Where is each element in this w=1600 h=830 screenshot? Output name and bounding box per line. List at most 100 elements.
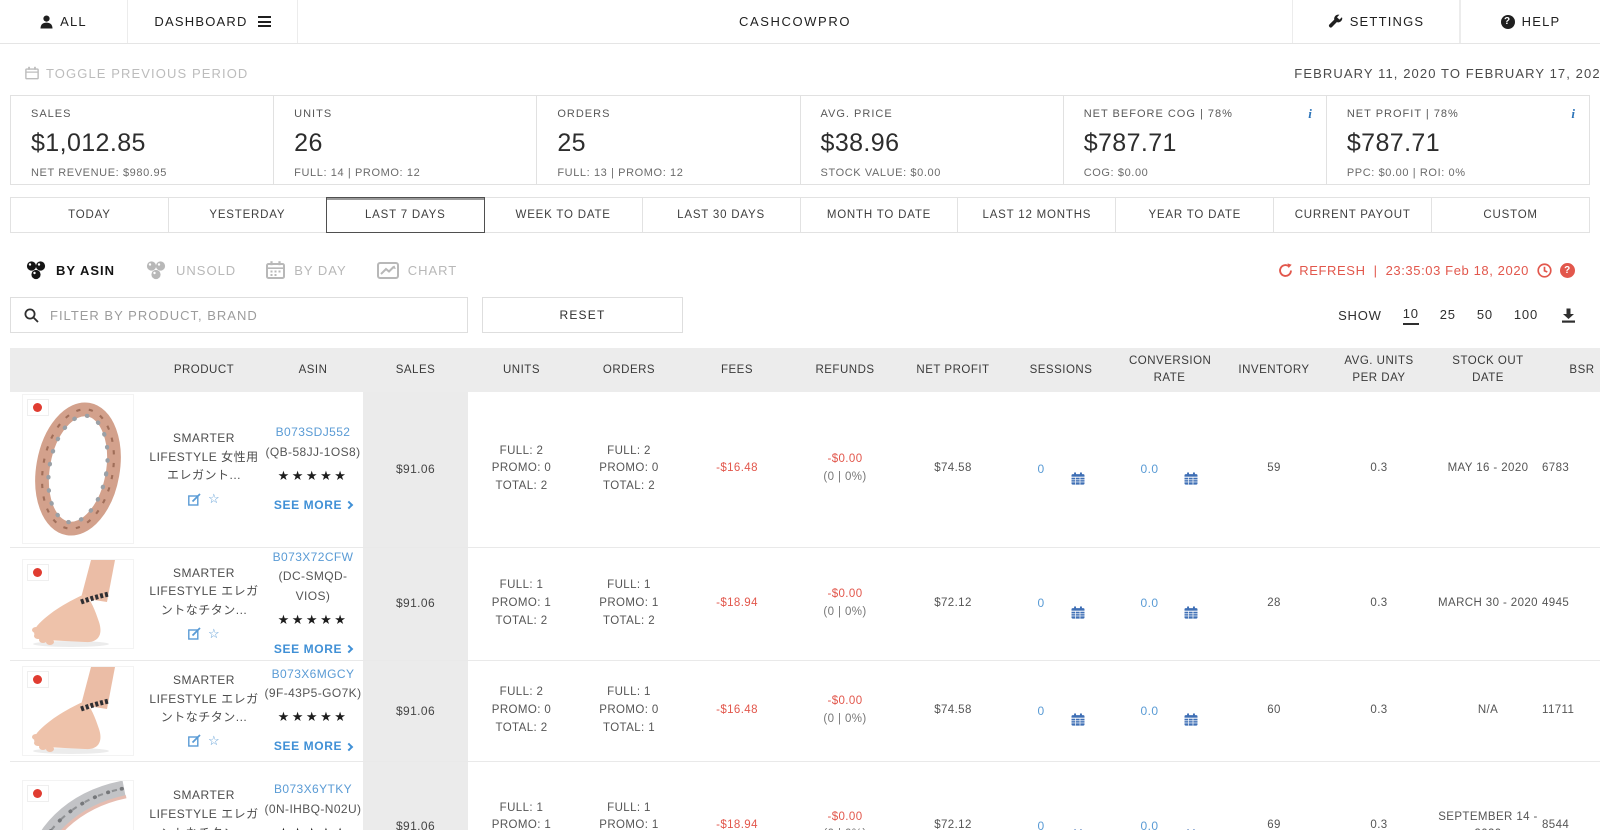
table-row: SMARTER LIFESTYLE 女性用 エレガント... ☆ B073SDJ…	[10, 392, 1600, 547]
favorite-icon[interactable]: ☆	[208, 489, 220, 509]
see-more-link[interactable]: SEE MORE	[274, 640, 354, 659]
download-icon[interactable]	[1561, 308, 1576, 323]
tab-year-to-date[interactable]: YEAR TO DATE	[1115, 197, 1275, 233]
conversion-value[interactable]: 0.0	[1141, 817, 1159, 830]
avg-units-cell: 0.3	[1370, 462, 1388, 475]
chart-icon	[376, 261, 399, 279]
stock-out-date-cell: N/A	[1477, 703, 1499, 716]
top-navigation: ALL DASHBOARD CASHCOWPRO SETTINGS ? HELP	[0, 0, 1600, 44]
conversion-value[interactable]: 0.0	[1141, 460, 1159, 479]
refunds-cell: -$0.00(0 | 0%)	[823, 453, 867, 484]
view-tab-by-asin[interactable]: BY ASIN	[25, 260, 115, 280]
page-size-10[interactable]: 10	[1402, 306, 1419, 325]
edit-icon[interactable]	[188, 492, 201, 506]
nav-settings-button[interactable]: SETTINGS	[1292, 0, 1460, 43]
kpi-label: AVG. PRICE	[820, 108, 893, 120]
asin-sku: (0N-IHBQ-N02U)	[264, 801, 362, 816]
tab-today[interactable]: TODAY	[10, 197, 169, 233]
header-refunds[interactable]: REFUNDS	[791, 348, 899, 392]
calendar-icon[interactable]	[1071, 606, 1085, 619]
tab-last-12-months[interactable]: LAST 12 MONTHS	[957, 197, 1117, 233]
calendar-icon[interactable]	[1071, 713, 1085, 726]
refresh-button[interactable]: REFRESH	[1278, 263, 1365, 278]
calendar-icon[interactable]	[1184, 606, 1198, 619]
refunds-cell: -$0.00(0 | 0%)	[823, 810, 866, 830]
see-more-link[interactable]: SEE MORE	[274, 737, 354, 756]
header-avg-units-per-day[interactable]: AVG. UNITS PER DAY	[1324, 348, 1434, 392]
tab-week-to-date[interactable]: WEEK TO DATE	[483, 197, 643, 233]
refresh-icon	[1279, 262, 1293, 277]
header-orders[interactable]: ORDERS	[575, 348, 683, 392]
tab-custom[interactable]: CUSTOM	[1431, 197, 1591, 233]
product-image[interactable]	[21, 558, 134, 649]
tab-last-30-days[interactable]: LAST 30 DAYS	[641, 197, 801, 233]
asin-link[interactable]: B073SDJ552	[276, 425, 351, 439]
conversion-value[interactable]: 0.0	[1141, 594, 1159, 613]
product-image[interactable]	[21, 780, 134, 830]
calendar-icon[interactable]	[1071, 472, 1085, 485]
calendar-icon[interactable]	[1184, 472, 1198, 485]
page-size-100[interactable]: 100	[1514, 307, 1538, 324]
product-name: SMARTER LIFESTYLE エレガントなチタン...	[149, 672, 259, 725]
stock-out-date-cell: SEPTEMBER 14 - 2020	[1438, 810, 1538, 830]
tab-month-to-date[interactable]: MONTH TO DATE	[799, 197, 959, 233]
asin-link[interactable]: B073X6MGCY	[272, 667, 355, 681]
help-icon[interactable]: ?	[1560, 262, 1575, 278]
header-asin[interactable]: ASIN	[263, 348, 363, 392]
product-image[interactable]	[21, 665, 134, 756]
nav-help-button[interactable]: ? HELP	[1460, 0, 1600, 43]
toggle-previous-period-button[interactable]: TOGGLE PREVIOUS PERIOD	[25, 66, 248, 81]
filter-toolbar: RESET SHOW 10 25 50 100	[10, 297, 1590, 333]
reset-button[interactable]: RESET	[482, 297, 683, 333]
header-fees[interactable]: FEES	[683, 348, 791, 392]
info-icon[interactable]: i	[1571, 106, 1575, 122]
stock-out-date-cell: MAY 16 - 2020	[1447, 462, 1529, 475]
page-size-50[interactable]: 50	[1477, 307, 1493, 324]
fees-cell: -$16.48	[716, 703, 758, 716]
inventory-cell: 69	[1267, 819, 1281, 830]
sales-cell: $91.06	[363, 547, 468, 661]
units-cell: FULL: 1PROMO: 1TOTAL: 2	[491, 801, 552, 830]
header-bsr[interactable]: BSR	[1542, 348, 1600, 392]
sales-cell: $91.06	[363, 392, 468, 547]
page-size-25[interactable]: 25	[1440, 307, 1456, 324]
view-tab-chart[interactable]: CHART	[376, 261, 458, 279]
edit-icon[interactable]	[188, 627, 201, 640]
view-tab-unsold[interactable]: UNSOLD	[145, 260, 236, 280]
tab-current-payout[interactable]: CURRENT PAYOUT	[1273, 197, 1433, 233]
filter-input[interactable]	[50, 307, 467, 323]
table-row: SMARTER LIFESTYLE エレガントなチタン... ☆ B073X72…	[10, 547, 1600, 661]
user-icon	[40, 15, 53, 28]
nav-dashboard-button[interactable]: DASHBOARD	[128, 0, 298, 43]
tab-last-7-days[interactable]: LAST 7 DAYS	[325, 197, 485, 233]
sessions-value[interactable]: 0	[1037, 702, 1044, 721]
see-more-link[interactable]: SEE MORE	[274, 496, 354, 515]
info-icon[interactable]: i	[1308, 106, 1312, 122]
header-sales[interactable]: SALES	[363, 348, 468, 392]
header-units[interactable]: UNITS	[468, 348, 575, 392]
kpi-sub: COG: $0.00	[1083, 167, 1149, 179]
header-product[interactable]: PRODUCT	[145, 348, 263, 392]
conversion-value[interactable]: 0.0	[1141, 702, 1159, 721]
view-tab-by-day[interactable]: BY DAY	[266, 261, 346, 279]
calendar-icon[interactable]	[1184, 713, 1198, 726]
header-net-profit[interactable]: NET PROFIT	[899, 348, 1007, 392]
asin-link[interactable]: B073X72CFW	[273, 550, 354, 564]
header-sessions[interactable]: SESSIONS	[1007, 348, 1115, 392]
header-stock-out-date[interactable]: STOCK OUT DATE	[1434, 348, 1542, 392]
product-image[interactable]	[21, 394, 134, 545]
header-inventory[interactable]: INVENTORY	[1224, 348, 1324, 392]
nav-all-button[interactable]: ALL	[0, 0, 128, 43]
sessions-value[interactable]: 0	[1037, 594, 1044, 613]
clock-icon[interactable]	[1537, 262, 1552, 278]
sessions-value[interactable]: 0	[1037, 817, 1044, 830]
asin-link[interactable]: B073X6YTKY	[274, 782, 352, 796]
favorite-icon[interactable]: ☆	[208, 731, 220, 751]
sessions-value[interactable]: 0	[1037, 460, 1044, 479]
header-conversion-rate[interactable]: CONVERSION RATE	[1115, 348, 1224, 392]
tab-yesterday[interactable]: YESTERDAY	[167, 197, 327, 233]
favorite-icon[interactable]: ☆	[208, 624, 220, 644]
edit-icon[interactable]	[188, 734, 201, 747]
net-profit-cell: $72.12	[934, 819, 972, 830]
kpi-value: $38.96	[820, 129, 900, 157]
